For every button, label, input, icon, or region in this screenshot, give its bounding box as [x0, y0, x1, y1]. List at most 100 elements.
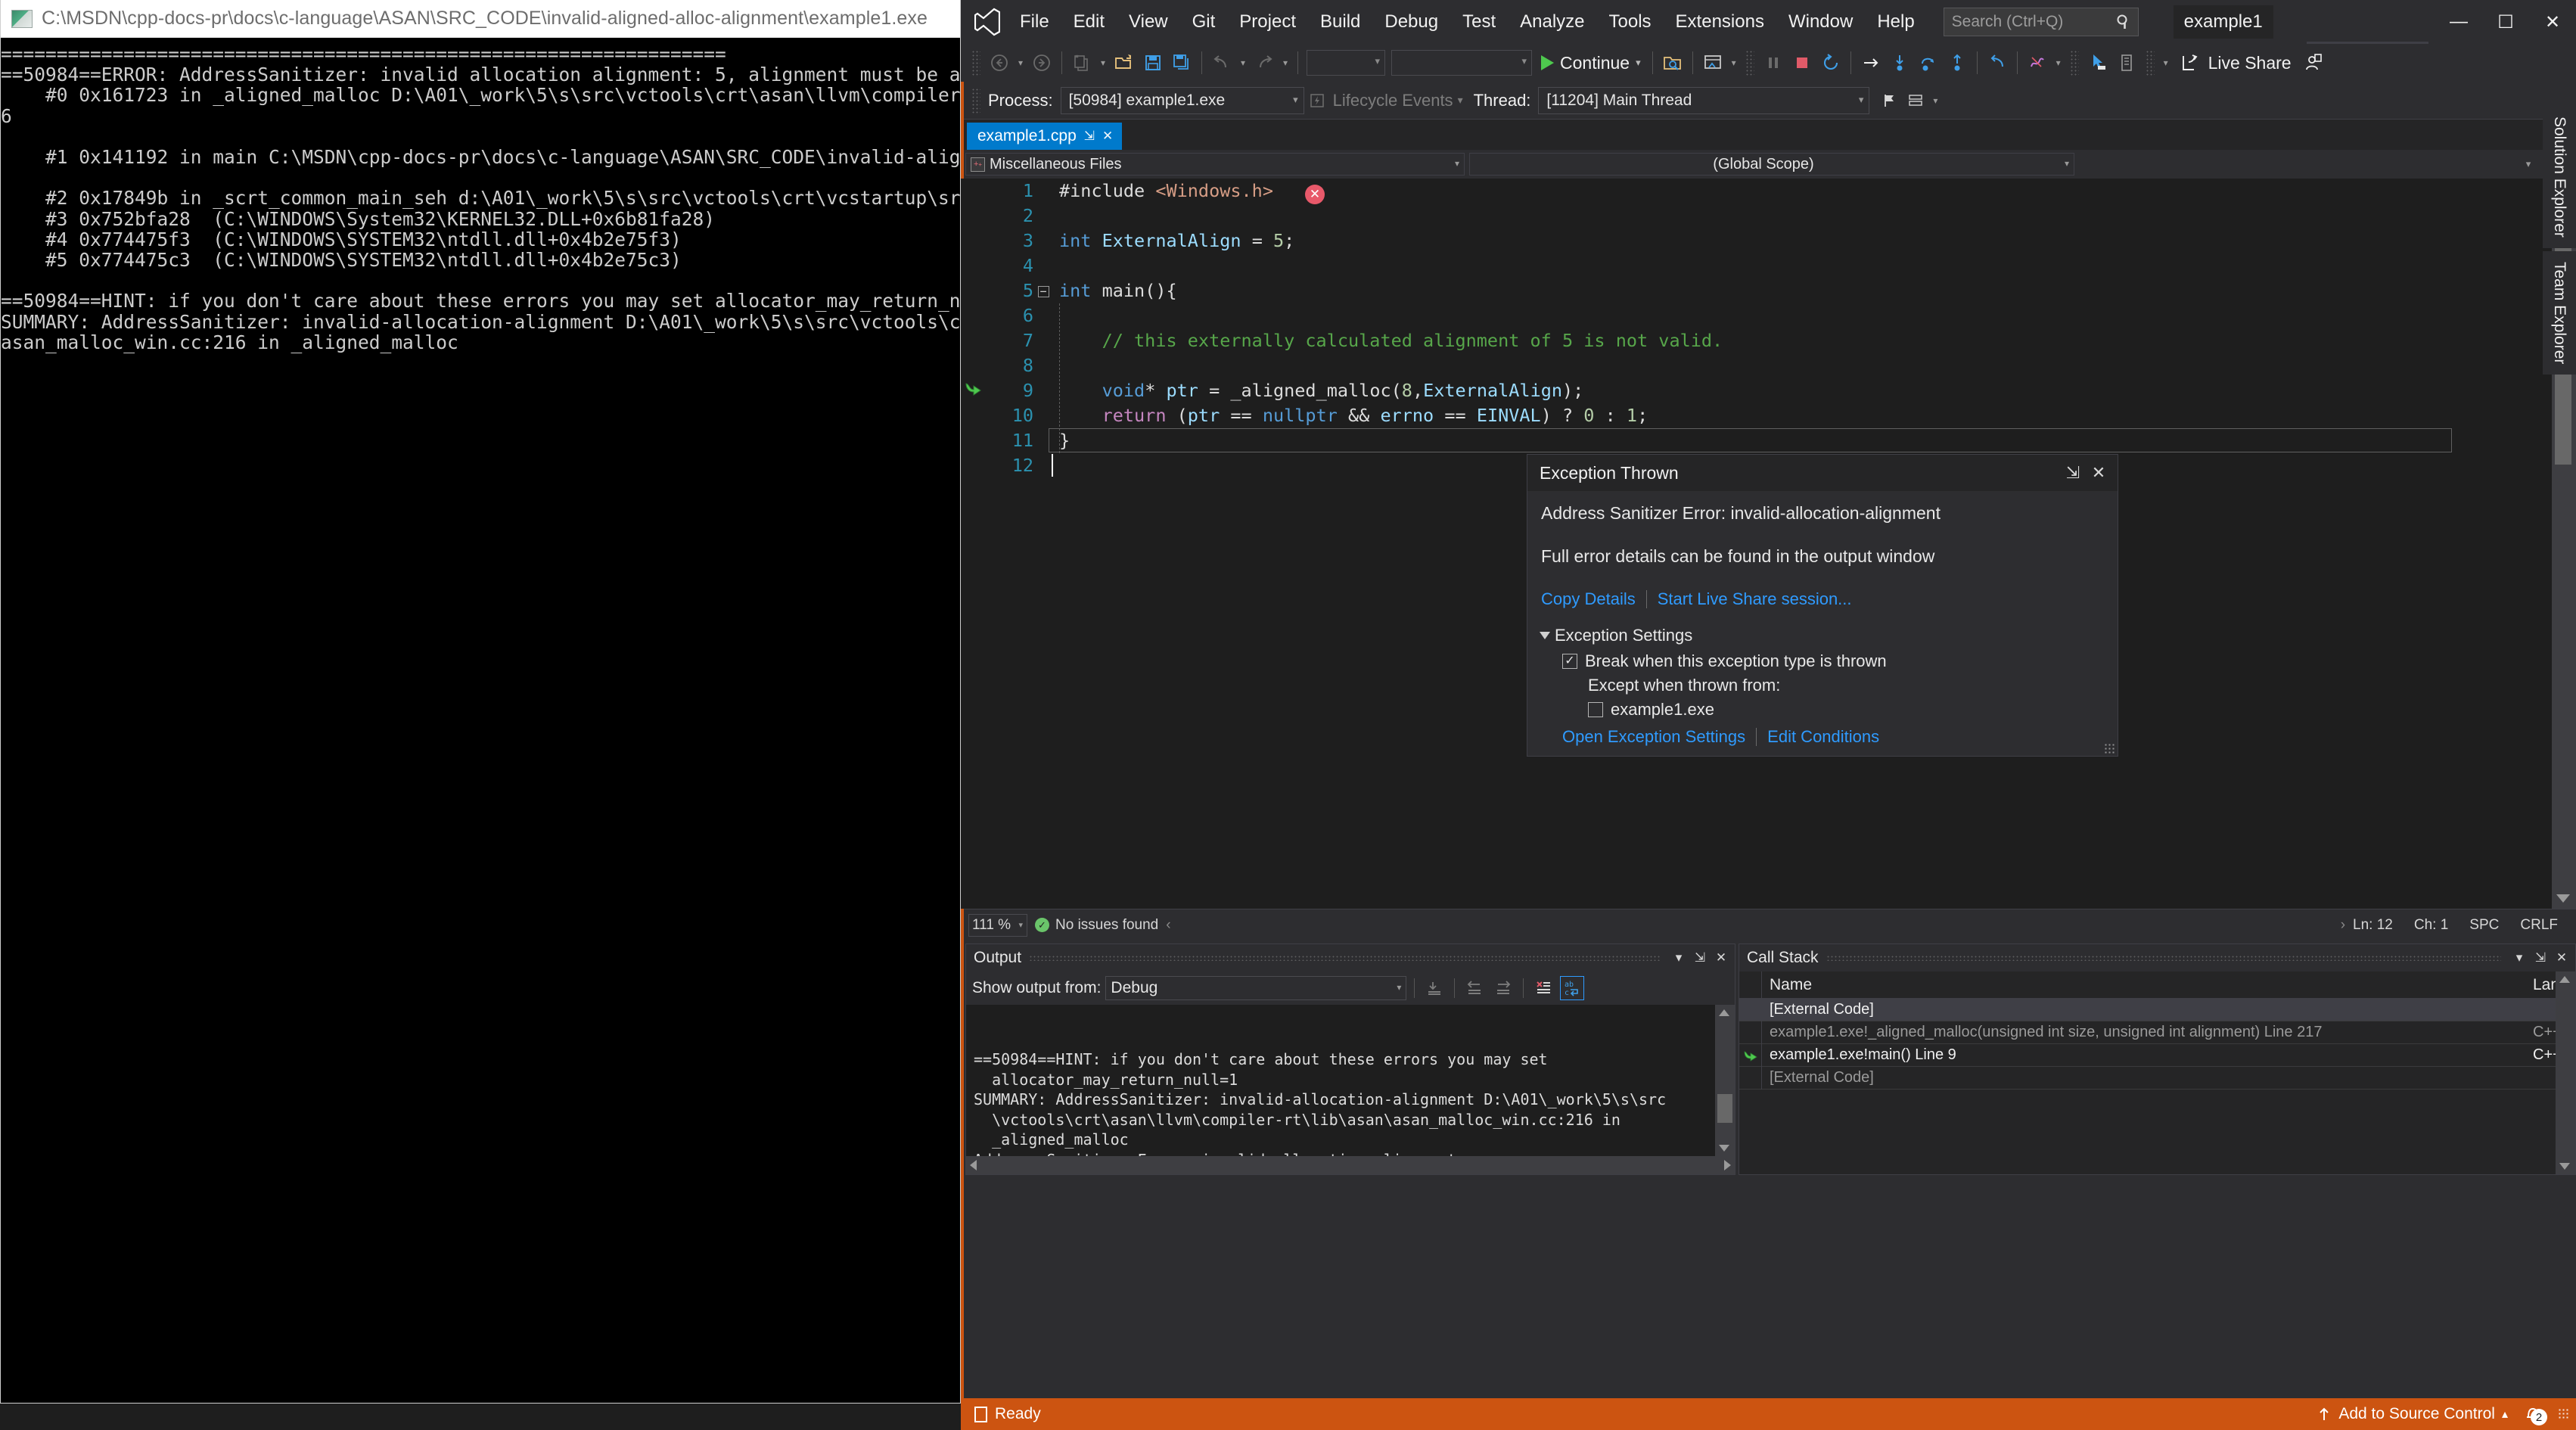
scroll-left-icon[interactable] [970, 1160, 977, 1170]
chevron-down-icon[interactable] [1540, 632, 1550, 639]
output-text-content[interactable]: ==50984==HINT: if you don't care about t… [966, 1005, 1735, 1156]
debugbar-grip[interactable] [971, 87, 980, 113]
pin-icon[interactable]: ⇲ [2530, 947, 2551, 968]
thread-combo[interactable]: [11204] Main Thread [1538, 86, 1870, 114]
intellitrace-dropdown-icon[interactable]: ▾ [2052, 48, 2065, 78]
scroll-right-icon[interactable] [1724, 1160, 1731, 1170]
exception-settings-header[interactable]: Exception Settings [1540, 626, 2104, 645]
pin-icon[interactable]: ⇲ [2060, 460, 2086, 486]
clear-all-icon[interactable] [1531, 976, 1555, 1000]
code-editor[interactable]: 1 #include <Windows.h> 2 3 int ExternalA… [961, 179, 2576, 909]
find-message-icon[interactable] [1422, 976, 1446, 1000]
code-line[interactable]: 1 #include <Windows.h> [961, 179, 2576, 204]
issues-next-icon[interactable]: › [2341, 917, 2345, 934]
panel-menu-icon[interactable]: ▾ [2509, 947, 2530, 968]
code-line[interactable]: 10 return (ptr == nullptr && errno == EI… [961, 403, 2576, 428]
caret-up-icon[interactable]: ▴ [2502, 1407, 2508, 1422]
redo-dropdown-icon[interactable]: ▾ [1279, 48, 1292, 78]
column-header-name[interactable]: Name [1762, 976, 2533, 994]
go-next-icon[interactable] [1491, 976, 1515, 1000]
resize-grip[interactable] [2558, 1408, 2570, 1420]
scroll-down-icon[interactable] [2559, 1163, 2570, 1170]
toolbar-overflow-icon[interactable]: ▾ [2159, 48, 2173, 78]
live-share-button[interactable]: Live Share [2173, 53, 2299, 73]
edit-conditions-link[interactable]: Edit Conditions [1767, 727, 1879, 747]
console-titlebar[interactable]: C:\MSDN\cpp-docs-pr\docs\c-language\ASAN… [1, 0, 960, 38]
navigate-forward-icon[interactable] [1027, 48, 1056, 78]
process-combo[interactable]: [50984] example1.exe [1060, 86, 1304, 114]
menu-git[interactable]: Git [1180, 0, 1228, 44]
scroll-down-icon[interactable] [1719, 1145, 1729, 1152]
continue-button[interactable]: Continue ▾ [1535, 47, 1647, 79]
code-line[interactable]: 4 [961, 253, 2576, 278]
navigate-back-icon[interactable] [985, 48, 1014, 78]
show-next-statement-icon[interactable] [1857, 48, 1885, 78]
maximize-button[interactable]: ☐ [2482, 0, 2529, 44]
menu-build[interactable]: Build [1308, 0, 1372, 44]
output-panel[interactable]: Output ▾ ⇲ ✕ Show output from: Debug ▾ a… [965, 943, 1735, 1175]
example1-exe-row[interactable]: example1.exe [1588, 700, 2104, 720]
tool-tab-team-explorer[interactable]: Team Explorer [2543, 250, 2576, 375]
scrollbar-thumb[interactable] [1717, 1094, 1732, 1123]
undo-dropdown-icon[interactable]: ▾ [1236, 48, 1250, 78]
save-icon[interactable] [1139, 48, 1167, 78]
error-x-icon[interactable]: ✕ [1305, 185, 1325, 204]
new-item-dropdown-icon[interactable]: ▾ [1096, 48, 1110, 78]
menu-tools[interactable]: Tools [1597, 0, 1664, 44]
code-line[interactable]: 8 [961, 353, 2576, 378]
call-stack-rows[interactable]: [External Code] example1.exe!_aligned_mal… [1739, 998, 2575, 1090]
toolbar-grip[interactable] [2145, 50, 2155, 76]
collapse-region-icon[interactable]: − [1033, 278, 1053, 303]
close-icon[interactable]: ✕ [2086, 460, 2111, 486]
call-stack-panel[interactable]: Call Stack ▾ ⇲ ✕ Name Lang [External Cod… [1739, 943, 2576, 1175]
menu-test[interactable]: Test [1450, 0, 1508, 44]
code-line[interactable]: 3 int ExternalAlign = 5; [961, 228, 2576, 253]
table-row[interactable]: example1.exe!_aligned_malloc(unsigned in… [1739, 1021, 2575, 1044]
close-button[interactable]: ✕ [2529, 0, 2576, 44]
close-icon[interactable]: ✕ [2551, 947, 2572, 968]
code-line[interactable]: 7 // this externally calculated alignmen… [961, 328, 2576, 353]
solution-config-combo[interactable] [1307, 50, 1385, 76]
open-file-icon[interactable] [1110, 48, 1139, 78]
toolbar-grip[interactable] [971, 50, 980, 76]
panel-drag-handle[interactable] [1029, 955, 1661, 961]
table-row[interactable]: [External Code] [1739, 998, 2575, 1021]
navbar-scope-combo[interactable]: (Global Scope) [1469, 153, 2074, 176]
break-on-throw-row[interactable]: ✓ Break when this exception type is thro… [1562, 651, 2104, 671]
navigate-back-dropdown-icon[interactable]: ▾ [1014, 48, 1027, 78]
menu-project[interactable]: Project [1227, 0, 1308, 44]
menu-extensions[interactable]: Extensions [1664, 0, 1776, 44]
pause-icon[interactable] [1759, 48, 1788, 78]
pin-icon[interactable]: ⇲ [1084, 129, 1095, 144]
tab-example1-cpp[interactable]: example1.cpp ⇲ ✕ [967, 123, 1123, 150]
exception-thrown-popup[interactable]: Exception Thrown ⇲ ✕ Address Sanitizer E… [1527, 454, 2118, 757]
navbar-project-combo[interactable]: + + Miscellaneous Files [965, 153, 1465, 176]
close-icon[interactable]: ✕ [1711, 947, 1732, 968]
pin-icon[interactable]: ⇲ [1689, 947, 1711, 968]
panel-drag-handle[interactable] [1826, 955, 2501, 961]
stop-icon[interactable] [1788, 48, 1816, 78]
step-back-icon[interactable] [1983, 48, 2012, 78]
diagnostics-icon[interactable] [2112, 48, 2141, 78]
window-layout-icon[interactable] [1698, 48, 1727, 78]
window-layout-dropdown-icon[interactable]: ▾ [1727, 48, 1741, 78]
issues-indicator[interactable]: ✓ No issues found [1035, 917, 1158, 934]
solution-platform-combo[interactable] [1391, 50, 1532, 76]
menu-debug[interactable]: Debug [1372, 0, 1450, 44]
console-window[interactable]: C:\MSDN\cpp-docs-pr\docs\c-language\ASAN… [0, 0, 961, 1404]
attach-to-process-icon[interactable] [1658, 48, 1687, 78]
call-stack-vertical-scrollbar[interactable] [2556, 971, 2575, 1174]
lifecycle-dropdown-icon[interactable]: ▾ [1458, 94, 1463, 107]
menu-edit[interactable]: Edit [1061, 0, 1117, 44]
scroll-up-icon[interactable] [2559, 976, 2570, 983]
step-over-icon[interactable] [1914, 48, 1943, 78]
add-to-source-control-button[interactable]: Add to Source Control ▴ [2317, 1405, 2508, 1423]
minimize-button[interactable]: — [2435, 0, 2482, 44]
pointer-icon[interactable] [2083, 48, 2112, 78]
save-all-icon[interactable] [1167, 48, 1196, 78]
issues-prev-icon[interactable]: ‹ [1166, 917, 1170, 934]
notification-bell-icon[interactable]: 2 [2519, 1401, 2547, 1427]
break-on-throw-checkbox[interactable]: ✓ [1562, 654, 1577, 669]
code-line[interactable]: 9 void* ptr = _aligned_malloc(8,External… [961, 378, 2576, 403]
code-line[interactable]: 5− int main(){ [961, 278, 2576, 303]
